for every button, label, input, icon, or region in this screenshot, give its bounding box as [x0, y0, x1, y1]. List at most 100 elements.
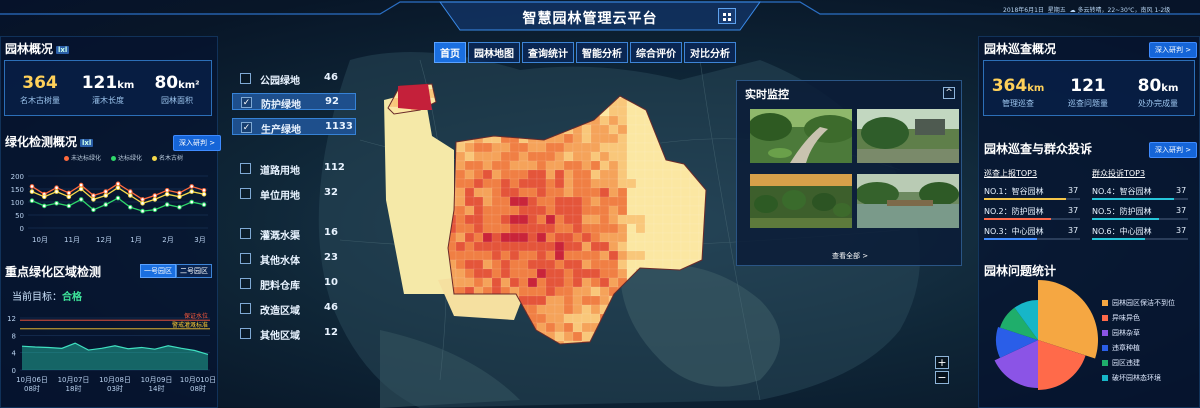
view-all-link[interactable]: 查看全部 >: [832, 251, 868, 261]
category-item[interactable]: 其他区域 12: [232, 325, 356, 342]
camera-feed-1[interactable]: [750, 109, 852, 163]
checkbox[interactable]: [240, 253, 251, 264]
map-cell: [699, 350, 708, 359]
map-cell: [545, 223, 556, 234]
nav-tab[interactable]: 首页: [434, 42, 466, 63]
category-item[interactable]: 其他水体 23: [232, 250, 356, 267]
tab-zone-2[interactable]: 二号园区: [176, 264, 212, 278]
region-outer[interactable]: [384, 90, 454, 294]
map-cell: [644, 232, 655, 243]
nav-tab[interactable]: 园林地图: [468, 42, 520, 63]
checkbox[interactable]: [240, 188, 251, 199]
map-cell: [581, 97, 592, 108]
map-cell: [590, 295, 601, 306]
collapse-button[interactable]: ^: [943, 87, 955, 99]
rank-value: 37: [1176, 186, 1187, 195]
checkbox[interactable]: [240, 278, 251, 289]
map-cell: [708, 269, 717, 278]
map-cell: [518, 241, 529, 252]
map-cell: [501, 350, 510, 359]
nav-tab[interactable]: 查询统计: [522, 42, 574, 63]
checkbox[interactable]: [240, 73, 251, 84]
camera-feed-4[interactable]: [857, 174, 959, 228]
map-cell: [572, 169, 583, 180]
checkbox[interactable]: [240, 328, 251, 339]
data-point: [177, 204, 182, 210]
category-item[interactable]: ✓ 防护绿地 92: [232, 93, 356, 111]
region-hotspot[interactable]: [398, 84, 432, 110]
map-cell: [510, 359, 519, 368]
map-cell: [662, 142, 673, 153]
camera-feed-3[interactable]: [750, 174, 852, 228]
map-cell: [645, 359, 654, 368]
checkbox[interactable]: [240, 163, 251, 174]
tab-zone-1[interactable]: 一号园区: [140, 264, 176, 278]
map-cell: [465, 350, 474, 359]
category-item[interactable]: 改造区域 46: [232, 300, 356, 317]
greening-more-button[interactable]: 深入研判 >: [173, 135, 222, 151]
map-cell: [717, 278, 724, 287]
map-cell: [446, 331, 457, 342]
category-item[interactable]: ✓ 生产绿地 1133: [232, 118, 356, 136]
map-cell: [536, 88, 547, 99]
map-cell: [617, 268, 628, 279]
map-cell: [626, 286, 637, 297]
map-cell: [608, 304, 619, 315]
map-cell: [455, 106, 466, 117]
map-cell: [527, 88, 538, 99]
category-label: 生产绿地: [261, 125, 301, 136]
map-cell: [662, 84, 673, 90]
map-cell: [563, 124, 574, 135]
map-cell: [392, 340, 403, 344]
map-cell: [572, 151, 583, 162]
map-cell: [437, 322, 448, 333]
map-cell: [563, 286, 574, 297]
category-item[interactable]: 公园绿地 46: [232, 70, 356, 87]
checkbox[interactable]: [240, 303, 251, 314]
category-item[interactable]: 灌溉水渠 16: [232, 225, 356, 242]
map-cell: [428, 322, 439, 333]
map-cell: [608, 124, 619, 135]
map-cell: [464, 223, 475, 234]
map-cell: [437, 340, 448, 344]
map-cell: [581, 133, 592, 144]
map-cell: [581, 295, 592, 306]
zoom-out-button[interactable]: −: [935, 371, 949, 384]
patrol-more-button[interactable]: 深入研判 >: [1149, 42, 1198, 58]
map-cell: [671, 151, 682, 162]
map-cell: [527, 106, 538, 117]
map-cell: [474, 350, 483, 359]
complaints-more-button[interactable]: 深入研判 >: [1149, 142, 1198, 158]
category-item[interactable]: 肥料仓库 10: [232, 275, 356, 292]
checkbox-checked[interactable]: ✓: [241, 122, 252, 133]
map-cell: [545, 115, 556, 126]
camera-feed-2[interactable]: [857, 109, 959, 163]
nav-tab[interactable]: 对比分析: [684, 42, 736, 63]
checkbox[interactable]: [240, 228, 251, 239]
app-menu-button[interactable]: [718, 8, 736, 24]
category-item[interactable]: 单位用地 32: [232, 185, 356, 202]
map-cell: [698, 115, 706, 126]
zoom-in-button[interactable]: +: [935, 356, 949, 369]
map-cell: [554, 151, 565, 162]
map-cell: [527, 115, 538, 126]
map-cell: [627, 350, 636, 359]
map-cell: [680, 250, 691, 261]
map-cell: [645, 368, 654, 370]
map-cell: [437, 124, 448, 135]
choropleth-map[interactable]: [384, 80, 724, 370]
category-label: 公园绿地: [260, 76, 300, 87]
nav-tab[interactable]: 综合评价: [630, 42, 682, 63]
map-cell: [455, 115, 466, 126]
map-cell: [419, 340, 430, 344]
category-item[interactable]: 道路用地 112: [232, 160, 356, 177]
map-cell: [464, 205, 475, 216]
nav-tab[interactable]: 智能分析: [576, 42, 628, 63]
map-cell: [689, 214, 700, 225]
y-tick-label: 150: [11, 186, 24, 194]
map-cell: [699, 359, 708, 368]
map-cell: [500, 340, 511, 344]
map-cell: [689, 331, 700, 342]
checkbox-checked[interactable]: ✓: [241, 97, 252, 108]
map-cell: [717, 233, 724, 242]
